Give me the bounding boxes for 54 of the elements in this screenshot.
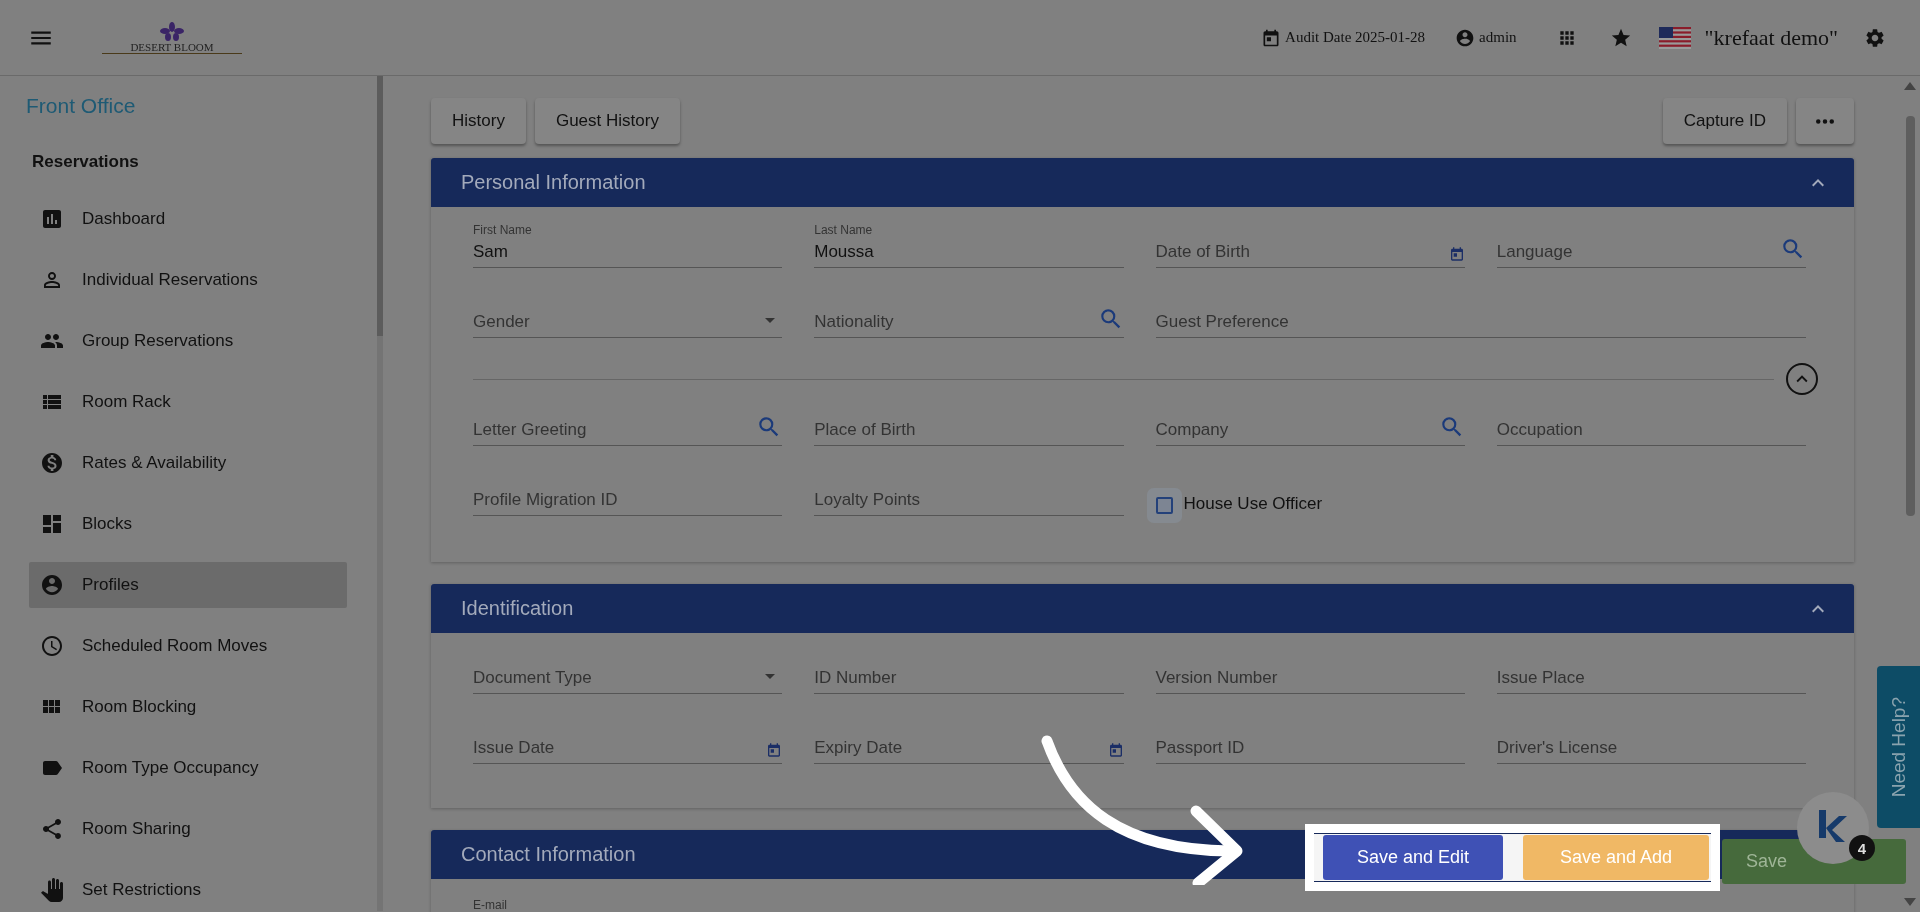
input-field[interactable]: Nationality [814,293,1124,338]
sidebar-item[interactable]: Room Rack [29,379,347,425]
sidebar-item[interactable]: Dashboard [29,196,347,242]
input-field[interactable]: Letter Greeting [473,401,783,446]
input-field[interactable]: ID Number [814,649,1124,694]
input-field[interactable]: Driver's License [1496,719,1806,764]
brand-name: DESERT BLOOM [130,41,214,53]
input-field[interactable]: Occupation [1496,401,1806,446]
section-title: Personal Information [461,171,646,194]
toolbar-button[interactable]: Guest History [534,98,680,144]
input-field[interactable]: Language [1496,223,1806,268]
input-field[interactable]: Date of Birth [1155,223,1465,268]
toolbar-button[interactable]: History [431,98,526,144]
sidebar-item[interactable]: Individual Reservations [29,257,347,303]
sidebar-item[interactable]: Scheduled Room Moves [29,623,347,669]
input-field[interactable]: Document Type [473,649,783,694]
input-field[interactable]: First Name Sam [473,223,783,268]
input-field[interactable]: Loyalty Points [814,471,1124,516]
sidebar-group: Reservations [32,152,139,172]
field-label: First Name [473,223,533,237]
input-field[interactable]: Expiry Date [814,719,1124,764]
sidebar-item[interactable]: Profiles [29,562,347,608]
save-add-button[interactable]: Save and Add [1523,835,1709,880]
section-header[interactable]: Personal Information [431,158,1854,207]
section-title: Contact Information [461,843,636,866]
save-edit-button[interactable]: Save and Edit [1323,835,1503,880]
sidebar-item[interactable]: Group Reservations [29,318,347,364]
field-label: E-mail [473,898,507,912]
help-tab[interactable]: Need Help? [1877,666,1920,828]
sidebar-title: Front Office [26,94,136,118]
input-field[interactable]: Last Name Moussa [814,223,1124,268]
input-field[interactable]: Place of Birth [814,401,1124,446]
audit-date: Audit Date 2025-01-28 [1285,29,1426,46]
input-field[interactable]: Guest Preference [1155,293,1806,338]
input-field[interactable]: Issue Place [1496,649,1806,694]
field-label: Last Name [814,223,874,237]
input-field[interactable]: Passport ID [1155,719,1465,764]
input-field[interactable]: Profile Migration ID [473,471,783,516]
workspace-name: "krefaat demo" [1704,24,1838,51]
user-name[interactable]: admin [1479,29,1517,46]
input-field[interactable]: Gender [473,293,783,338]
checkbox-label: House Use Officer [1183,494,1323,514]
sidebar-item[interactable]: Room Sharing [29,806,347,852]
section-title: Identification [461,597,574,620]
sidebar-item[interactable]: Set Restrictions [29,867,347,912]
input-field[interactable]: Issue Date [473,719,783,764]
sidebar-item[interactable]: Rates & Availability [29,440,347,486]
input-field[interactable]: Version Number [1155,649,1465,694]
sidebar-item[interactable]: Blocks [29,501,347,547]
sidebar-item[interactable]: Room Blocking [29,684,347,730]
toolbar-button[interactable]: Capture ID [1662,98,1787,144]
input-field[interactable]: Company [1155,401,1465,446]
section-header[interactable]: Identification [431,584,1854,633]
sidebar-item[interactable]: Room Type Occupancy [29,745,347,791]
